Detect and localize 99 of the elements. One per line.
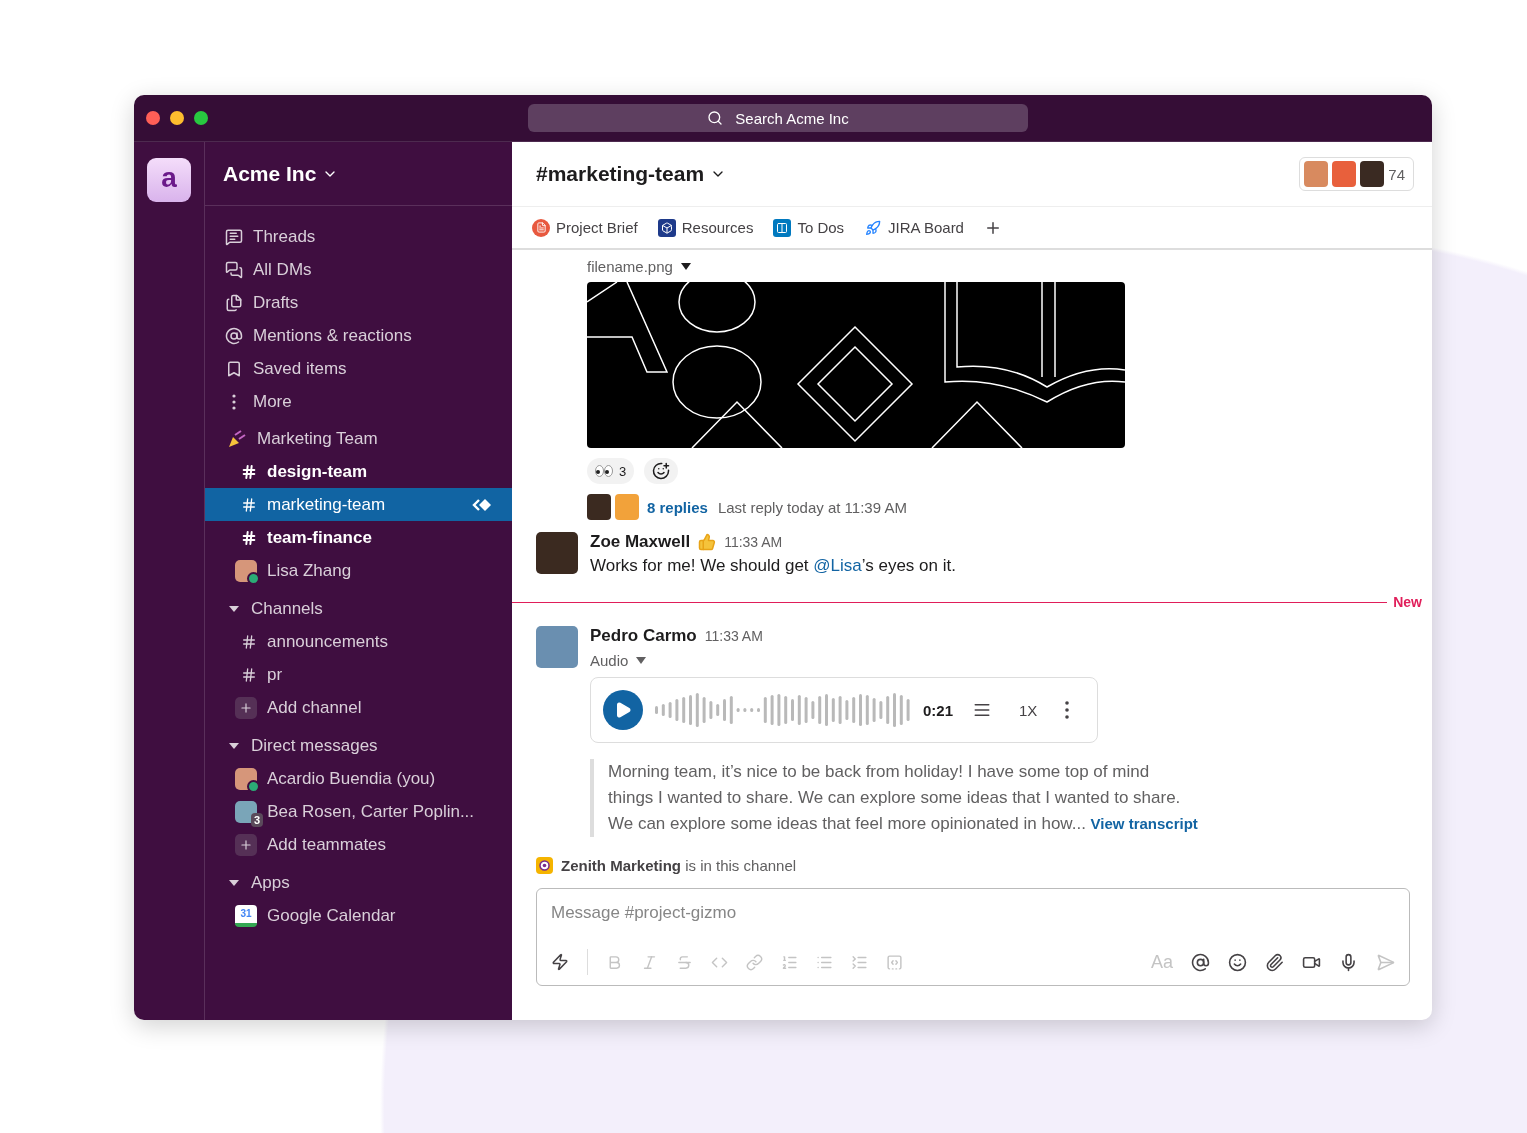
shortcuts-button[interactable] <box>551 953 569 971</box>
section-header[interactable]: Marketing Team <box>205 422 512 455</box>
minimize-button[interactable] <box>170 111 184 125</box>
search-field[interactable]: Search Acme Inc <box>528 104 1028 132</box>
shared-channel-icon <box>472 497 492 512</box>
add-item[interactable]: Add teammates <box>205 828 512 861</box>
avatar <box>536 626 578 668</box>
board-icon <box>773 218 792 237</box>
channel-item[interactable]: announcements <box>205 625 512 658</box>
plus-icon <box>235 833 257 856</box>
channel-item[interactable]: team-finance <box>205 521 512 554</box>
channel-item[interactable]: marketing-team <box>205 488 512 521</box>
channel-title[interactable]: #marketing-team <box>536 162 727 186</box>
emoji-button[interactable] <box>1228 952 1247 972</box>
avatar <box>615 494 639 520</box>
eyes-icon <box>595 465 613 477</box>
bookmark-link[interactable]: Resources <box>657 218 754 237</box>
drafts-icon <box>225 293 243 312</box>
hash-icon <box>241 463 257 480</box>
workspace-icon[interactable]: a <box>147 158 191 202</box>
author-name[interactable]: Pedro Carmo <box>590 626 697 646</box>
reaction-button[interactable]: 3 <box>587 458 635 484</box>
play-button[interactable] <box>603 690 643 730</box>
caret-icon <box>227 878 241 887</box>
new-messages-label: New <box>1393 594 1422 610</box>
workspace-menu[interactable]: Acme Inc <box>223 161 339 186</box>
avatar <box>235 559 257 582</box>
member-count: 3 <box>251 812 264 827</box>
avatar <box>587 494 611 520</box>
nav-item[interactable]: Mentions & reactions <box>205 319 512 352</box>
saved-icon <box>225 359 243 378</box>
transcript-text: Morning team, it’s nice to be back from holiday! I have some top of mind things I wanted to share. We can explore some ideas that I wanted to share. We can explore some ideas that feel more opinionated in how... View transcript <box>590 759 1198 837</box>
play-icon <box>614 701 632 719</box>
message-text: Works for me! We should get @Lisa’s eyes on it. <box>590 556 956 576</box>
section-header[interactable]: Channels <box>205 592 512 625</box>
nav-item[interactable]: Saved items <box>205 352 512 385</box>
caret-icon <box>227 604 241 613</box>
attachment-label[interactable]: Audio <box>590 652 647 669</box>
plus-icon <box>235 696 257 719</box>
channel-item[interactable]: design-team <box>205 455 512 488</box>
dms-icon <box>225 260 243 279</box>
nav-item[interactable]: Drafts <box>205 286 512 319</box>
message-time: 11:33 AM <box>704 628 763 644</box>
close-button[interactable] <box>146 111 160 125</box>
avatar <box>536 532 578 574</box>
image-attachment[interactable] <box>587 282 1125 448</box>
hash-icon <box>241 529 257 546</box>
search-placeholder: Search Acme Inc <box>735 109 849 127</box>
avatar <box>235 767 257 790</box>
add-emoji-icon <box>652 462 671 480</box>
replies-link[interactable]: 8 replies <box>647 498 708 516</box>
dm-item[interactable]: 3 Bea Rosen, Carter Poplin... <box>205 795 512 828</box>
channel-item[interactable]: pr <box>205 658 512 691</box>
nav-item[interactable]: Threads <box>205 220 512 253</box>
hash-icon <box>241 666 257 683</box>
rocket-icon <box>864 218 883 237</box>
section-header[interactable]: Apps <box>205 866 512 899</box>
caret-icon <box>680 263 691 270</box>
author-name[interactable]: Zoe Maxwell <box>590 532 691 552</box>
nav-item[interactable]: All DMs <box>205 253 512 286</box>
party-icon <box>227 428 247 449</box>
maximize-button[interactable] <box>194 111 208 125</box>
nav-item[interactable]: More <box>205 385 512 418</box>
view-transcript-link[interactable]: View transcript <box>1090 815 1198 832</box>
mentions-icon <box>225 326 243 345</box>
section-header[interactable]: Direct messages <box>205 729 512 762</box>
channel-notice: Zenith Marketing is in this channel <box>561 857 797 874</box>
dm-item[interactable]: Lisa Zhang <box>205 554 512 587</box>
thumbs-up-icon <box>698 533 717 551</box>
attach-button[interactable] <box>1265 952 1284 972</box>
add-reaction-button[interactable] <box>644 458 679 484</box>
app-item[interactable]: 31 Google Calendar <box>205 899 512 932</box>
microphone-button[interactable] <box>1339 952 1358 972</box>
document-icon <box>532 218 550 237</box>
more-icon <box>232 393 236 410</box>
bookmark-link[interactable]: JIRA Board <box>864 218 964 237</box>
calendar-icon: 31 <box>235 904 257 927</box>
add-item[interactable]: Add channel <box>205 691 512 724</box>
caret-icon <box>227 741 241 750</box>
more-icon <box>1065 701 1070 719</box>
hash-icon <box>241 633 257 650</box>
mention-link[interactable]: @Lisa <box>813 556 862 575</box>
last-reply-time: Last reply today at 11:39 AM <box>717 498 907 516</box>
bookmark-link[interactable]: To Dos <box>773 218 845 237</box>
message-time: 11:33 AM <box>724 534 783 550</box>
caret-icon <box>636 657 647 664</box>
members-button[interactable]: 74 <box>1299 157 1414 191</box>
threads-icon <box>225 227 243 246</box>
mention-button[interactable] <box>1191 952 1210 972</box>
box-icon <box>657 218 676 237</box>
hash-icon <box>241 496 257 513</box>
text-lines-icon <box>973 701 992 719</box>
search-icon <box>707 110 724 126</box>
file-name[interactable]: filename.png <box>587 258 691 275</box>
dm-item[interactable]: Acardio Buendia (you) <box>205 762 512 795</box>
audio-duration: 0:21 <box>923 701 954 719</box>
bookmark-link[interactable]: Project Brief <box>532 218 638 237</box>
app-icon <box>536 857 553 874</box>
speed-button[interactable]: 1X <box>1011 701 1046 719</box>
